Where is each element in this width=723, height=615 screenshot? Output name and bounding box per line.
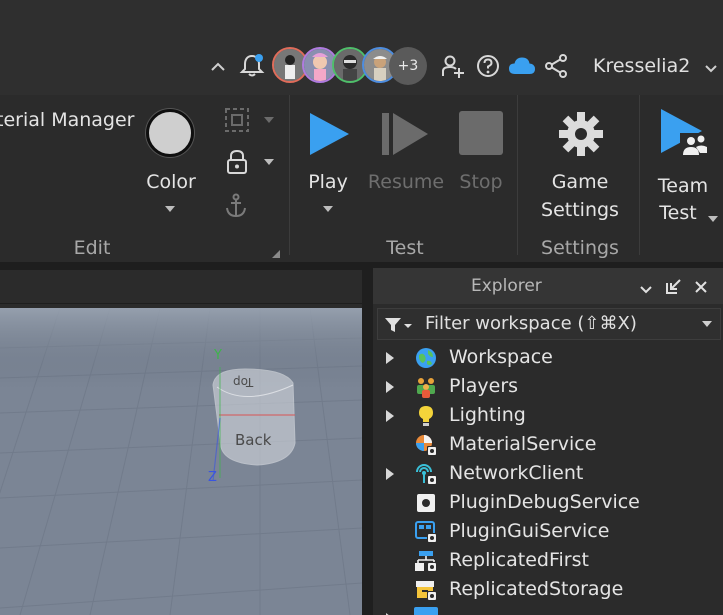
filter-input[interactable]: Filter workspace (⇧⌘X) (425, 313, 637, 334)
test-group-label: Test (386, 237, 424, 259)
team-test-line2[interactable]: Test (645, 199, 711, 227)
tree-item-label: PluginDebugService (449, 491, 640, 513)
replicated-storage-icon (414, 578, 438, 602)
plugin-debug-icon (414, 491, 438, 515)
group-divider (639, 95, 640, 255)
tree-item-label: Workspace (449, 346, 553, 368)
game-settings-line2[interactable]: Settings (530, 196, 630, 224)
gear-icon[interactable] (558, 111, 604, 161)
chevron-down-icon[interactable] (165, 206, 175, 212)
tree-item-label: NetworkClient (449, 462, 584, 484)
tree-item-plugin-gui-service[interactable]: PluginGuiService (373, 518, 723, 547)
axis-z-label: Z (208, 470, 217, 485)
title-bar: +3 Kresselia2 (0, 0, 723, 95)
add-friend-icon[interactable] (439, 52, 467, 80)
tree-item-label: Lighting (449, 404, 526, 426)
settings-group-label: Settings (541, 237, 619, 259)
ribbon-toolbar: terial Manager Color Edit Play Resume St… (0, 95, 723, 263)
viewport-tab-bar (0, 270, 364, 304)
material-manager-button[interactable]: terial Manager (0, 106, 134, 134)
material-service-icon (414, 433, 438, 457)
expand-arrow-icon[interactable] (386, 468, 394, 480)
explorer-panel: Explorer Filter workspace (⇧⌘X) Workspac… (373, 268, 723, 615)
edit-group-label: Edit (73, 237, 111, 259)
anchor-icon[interactable] (224, 193, 248, 223)
more-avatars-badge[interactable]: +3 (389, 47, 427, 85)
group-select-icon[interactable] (224, 107, 250, 137)
chevron-down-icon[interactable] (264, 159, 274, 165)
lighting-icon (414, 404, 438, 428)
plugin-gui-icon (414, 520, 438, 544)
tree-item-label: ReplicatedStorage (449, 578, 624, 600)
tree-item-label: PluginGuiService (449, 520, 610, 542)
team-test-line1[interactable]: Team (650, 172, 716, 200)
explorer-title: Explorer (471, 276, 542, 296)
chevron-down-icon[interactable] (708, 216, 718, 222)
tree-item-replicated-first[interactable]: ReplicatedFirst (373, 547, 723, 576)
tree-item-label: Players (449, 375, 519, 397)
color-button-label[interactable]: Color (146, 168, 196, 196)
undock-icon[interactable] (665, 277, 683, 299)
panel-splitter[interactable] (362, 270, 373, 615)
lock-icon[interactable] (226, 149, 248, 179)
resume-icon[interactable] (381, 111, 429, 161)
workspace-icon (414, 346, 438, 370)
share-icon[interactable] (542, 52, 570, 80)
chevron-down-icon[interactable] (704, 59, 718, 78)
axis-y-label: Y (214, 348, 222, 363)
tree-item-network-client[interactable]: NetworkClient (373, 460, 723, 489)
explorer-filter-bar[interactable]: Filter workspace (⇧⌘X) (377, 308, 721, 340)
3d-viewport[interactable]: Top Back Y Z (0, 308, 362, 615)
filter-icon[interactable] (384, 316, 412, 338)
resume-button-label[interactable]: Resume (366, 168, 446, 196)
tree-item-replicated-storage[interactable]: ReplicatedStorage (373, 576, 723, 605)
tree-item-lighting[interactable]: Lighting (373, 402, 723, 431)
collapse-chevron-icon[interactable] (204, 52, 232, 80)
chevron-down-icon[interactable] (264, 117, 274, 123)
tree-item-partial[interactable] (373, 605, 723, 615)
group-divider (517, 95, 518, 255)
view-cube[interactable]: Top Back Y Z (205, 348, 315, 487)
expand-arrow-icon[interactable] (386, 410, 394, 422)
tree-item-players[interactable]: Players (373, 373, 723, 402)
chevron-down-icon[interactable] (702, 321, 712, 327)
play-button-label[interactable]: Play (298, 168, 358, 196)
expand-arrow-icon[interactable] (386, 352, 394, 364)
stop-button-label[interactable]: Stop (451, 168, 511, 196)
team-test-icon[interactable] (658, 107, 710, 163)
close-icon[interactable] (694, 279, 708, 298)
expand-arrow-icon[interactable] (386, 381, 394, 393)
tree-item-label: MaterialService (449, 433, 597, 455)
service-icon (414, 607, 438, 615)
explorer-header: Explorer (373, 268, 723, 304)
group-divider (289, 95, 290, 255)
tree-item-label: ReplicatedFirst (449, 549, 589, 571)
tree-item-material-service[interactable]: MaterialService (373, 431, 723, 460)
game-settings-line1[interactable]: Game (530, 168, 630, 196)
notification-bell-icon[interactable] (238, 52, 266, 80)
color-swatch-icon[interactable] (146, 109, 194, 157)
expand-group-icon[interactable] (271, 244, 281, 263)
collaborator-avatars[interactable]: +3 (272, 46, 432, 86)
tree-item-workspace[interactable]: Workspace (373, 344, 723, 373)
username-label[interactable]: Kresselia2 (593, 55, 690, 77)
play-icon[interactable] (307, 111, 351, 161)
players-icon (414, 375, 438, 399)
view-cube-top-label: Top (233, 375, 254, 389)
view-cube-back-label: Back (235, 431, 272, 449)
chevron-down-icon[interactable] (639, 280, 653, 299)
network-client-icon (414, 462, 438, 486)
replicated-first-icon (414, 549, 438, 573)
chevron-down-icon[interactable] (323, 206, 333, 212)
help-icon[interactable] (474, 52, 502, 80)
stop-icon[interactable] (459, 111, 503, 155)
cloud-icon[interactable] (508, 52, 536, 80)
tree-item-plugin-debug-service[interactable]: PluginDebugService (373, 489, 723, 518)
